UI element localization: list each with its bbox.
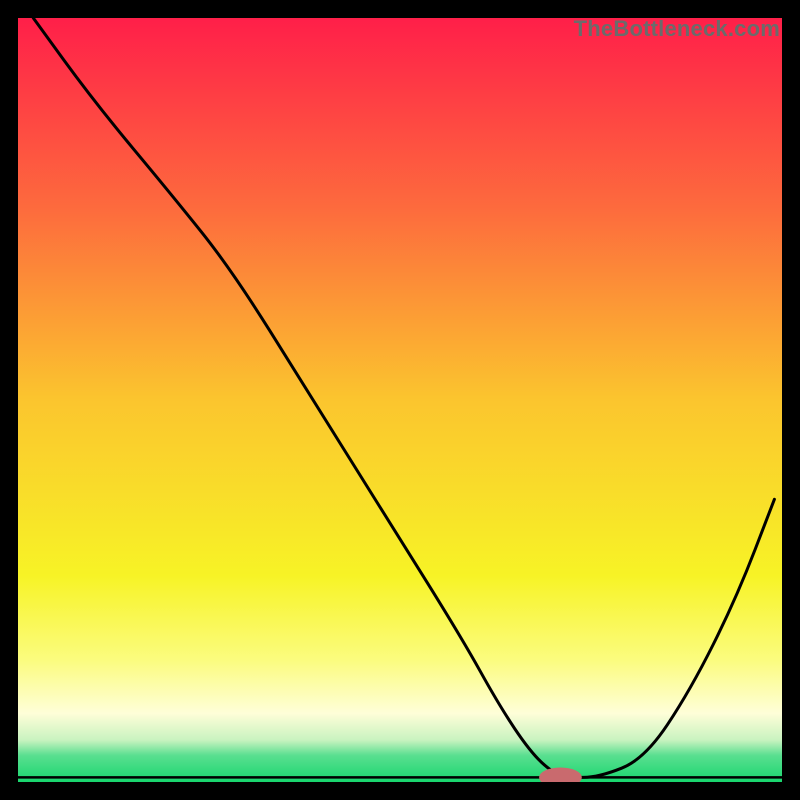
bottleneck-chart — [18, 18, 782, 782]
chart-frame: TheBottleneck.com — [18, 18, 782, 782]
watermark-label: TheBottleneck.com — [574, 16, 780, 42]
gradient-background — [18, 18, 782, 782]
